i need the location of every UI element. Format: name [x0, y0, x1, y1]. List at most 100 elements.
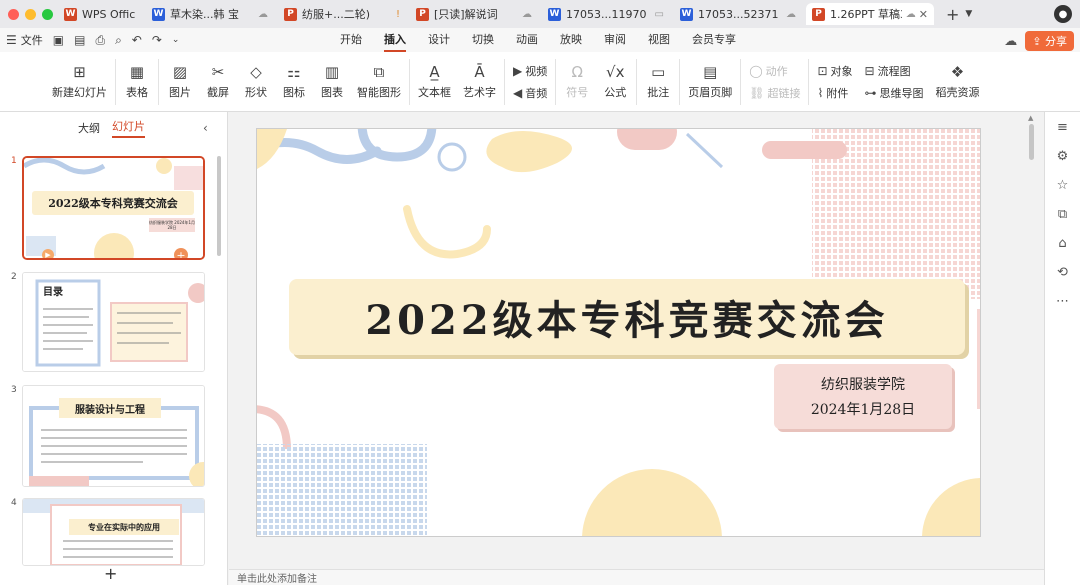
object-button[interactable]: ⊡ 对象	[817, 63, 852, 79]
play-from-slide-icon[interactable]: ▶	[42, 249, 54, 258]
print-preview-icon[interactable]: ⌕	[115, 33, 122, 48]
share-button[interactable]: ⇪ 分享	[1025, 31, 1074, 51]
zoom-window-button[interactable]	[42, 8, 53, 20]
file-menu[interactable]: 文件	[21, 32, 43, 48]
tab-document-6-active[interactable]: P 1.26PPT 草稿3 ☁ ✕	[806, 3, 934, 25]
icon-button[interactable]: ⚏ 图标	[281, 64, 307, 100]
print-icon[interactable]: ⎙	[95, 33, 105, 48]
hamburger-icon[interactable]: ☰	[6, 33, 17, 47]
action-button[interactable]: ◯ 动作	[749, 63, 800, 79]
scroll-up-arrow-icon[interactable]: ▲	[1028, 114, 1033, 122]
undo-icon[interactable]: ↶	[132, 33, 142, 47]
tab-document-4[interactable]: W 17053...11970 ▭	[542, 3, 670, 25]
slide-thumbnail-4[interactable]: 专业在实际中的应用	[22, 498, 205, 566]
ppt-doc-icon: P	[416, 7, 429, 21]
slide-thumbnail-3[interactable]: 服装设计与工程	[22, 385, 205, 487]
button-label: 图标	[283, 85, 305, 99]
symbol-button[interactable]: Ω 符号	[564, 64, 590, 100]
header-footer-button[interactable]: ▤ 页眉页脚	[688, 64, 732, 100]
word-doc-icon: W	[548, 7, 561, 21]
slide-title-box[interactable]: 2022级本专科竞赛交流会	[289, 279, 965, 355]
flowchart-button[interactable]: ⊟ 流程图	[865, 63, 924, 79]
formula-button[interactable]: √x 公式	[602, 64, 628, 100]
history-clock-icon[interactable]: ⟲	[1057, 265, 1068, 281]
tab-slideshow[interactable]: 放映	[560, 28, 582, 52]
shape-button[interactable]: ◇ 形状	[243, 64, 269, 100]
audio-button[interactable]: ◀ 音频	[513, 85, 547, 101]
redo-icon[interactable]: ↷	[152, 33, 162, 47]
tab-insert[interactable]: 插入	[384, 28, 406, 52]
link-icon: ⛓	[749, 85, 765, 100]
export-pdf-icon[interactable]: ▤	[74, 33, 85, 47]
tab-slides[interactable]: 幻灯片	[112, 118, 145, 138]
add-slide-plus-icon[interactable]: +	[174, 248, 188, 258]
picture-button[interactable]: ▨ 图片	[167, 64, 193, 100]
formula-icon: √x	[606, 62, 625, 81]
smartart-button[interactable]: ⧉ 智能图形	[357, 64, 401, 100]
more-dots-icon[interactable]: ⋯	[1056, 294, 1069, 310]
video-button[interactable]: ▶ 视频	[513, 63, 547, 79]
tab-outline[interactable]: 大纲	[78, 120, 100, 136]
slide-subtitle-box[interactable]: 纺织服装学院 2024年1月28日	[774, 364, 952, 429]
ribbon-group-header: ▤ 页眉页脚	[680, 58, 742, 105]
chevron-down-icon[interactable]: ▼	[965, 9, 972, 19]
tab-transitions[interactable]: 切换	[472, 28, 494, 52]
close-window-button[interactable]	[8, 8, 19, 20]
ribbon-tabs: 开始 插入 设计 切换 动画 放映 审阅 视图 会员专享	[340, 28, 736, 52]
chart-button[interactable]: ▥ 图表	[319, 64, 345, 100]
docer-resources-button[interactable]: ❖ 稻壳资源	[936, 64, 980, 100]
comment-button[interactable]: ▭ 批注	[645, 64, 671, 100]
mindmap-button[interactable]: ⊶ 思维导图	[865, 85, 924, 101]
editor-scrollbar[interactable]	[1029, 124, 1034, 160]
ribbon-group-slides: ⊞ 新建幻灯片	[44, 58, 116, 105]
menu-lines-icon[interactable]: ≡	[1057, 120, 1068, 136]
tab-label: 17053...52371	[698, 7, 779, 21]
slide-number: 1	[11, 156, 17, 166]
slide-thumbnail-2[interactable]: 目录	[22, 272, 205, 372]
account-avatar[interactable]: ●	[1054, 5, 1072, 23]
add-slide-plus-icon[interactable]: +	[104, 564, 117, 583]
new-slide-button[interactable]: ⊞ 新建幻灯片	[52, 64, 107, 100]
attachment-button[interactable]: ⌇ 附件	[817, 85, 852, 101]
save-icon[interactable]: ▣	[53, 33, 64, 47]
table-button[interactable]: ▦ 表格	[124, 64, 150, 100]
tab-document-5[interactable]: W 17053...52371 ☁	[674, 3, 802, 25]
cloud-sync-icon[interactable]: ☁	[1004, 34, 1017, 49]
tab-animation[interactable]: 动画	[516, 28, 538, 52]
collapse-panel-icon[interactable]: ‹	[203, 121, 208, 135]
tab-home[interactable]: 开始	[340, 28, 362, 52]
star-icon[interactable]: ☆	[1057, 178, 1069, 194]
textbox-button[interactable]: A̲ 文本框	[418, 64, 451, 100]
hyperlink-button[interactable]: ⛓ 超链接	[749, 85, 800, 101]
button-label: 艺术字	[463, 85, 496, 99]
chevron-down-icon[interactable]: ⌄	[172, 35, 180, 45]
tab-wps-home[interactable]: W WPS Office	[58, 3, 142, 25]
tab-view[interactable]: 视图	[648, 28, 670, 52]
copy-pages-icon[interactable]: ⧉	[1058, 207, 1067, 223]
bar-chart-icon: ▥	[324, 62, 340, 81]
screenshot-button[interactable]: ✂ 截屏	[205, 64, 231, 100]
button-label: 对象	[830, 64, 853, 78]
button-label: 批注	[647, 85, 670, 99]
ribbon-group-comments: ▭ 批注	[637, 58, 681, 105]
image-edit-icon[interactable]: ⌂	[1058, 236, 1066, 252]
minimize-window-button[interactable]	[25, 8, 36, 20]
sliders-adjust-icon[interactable]: ⚙	[1057, 149, 1069, 165]
slide-thumbnail-1[interactable]: 2022级本专科竞赛交流会 纺织服装学院 2024年1月28日 ▶ +	[22, 156, 205, 260]
button-label: 稻壳资源	[935, 85, 980, 99]
tab-document-2[interactable]: P 纺服+...二轮) !	[278, 3, 406, 25]
current-slide[interactable]: 2022级本专科竞赛交流会 纺织服装学院 2024年1月28日	[256, 128, 981, 537]
tab-member[interactable]: 会员专享	[692, 28, 736, 52]
warning-icon: !	[395, 8, 400, 20]
panel-scrollbar[interactable]	[217, 156, 221, 256]
table-icon: ▦	[129, 62, 145, 81]
tab-document-1[interactable]: W 草木染...韩 宝 ☁	[146, 3, 274, 25]
tab-review[interactable]: 审阅	[604, 28, 626, 52]
wordart-button[interactable]: Ā 艺术字	[463, 64, 496, 100]
tab-document-3[interactable]: P [只读]解说词 ☁	[410, 3, 538, 25]
video-icon: ▶	[513, 63, 523, 78]
tab-design[interactable]: 设计	[428, 28, 450, 52]
new-tab-plus-icon[interactable]: +	[946, 5, 959, 24]
close-tab-icon[interactable]: ✕	[919, 8, 928, 21]
notes-pane[interactable]: 单击此处添加备注	[229, 569, 1044, 585]
